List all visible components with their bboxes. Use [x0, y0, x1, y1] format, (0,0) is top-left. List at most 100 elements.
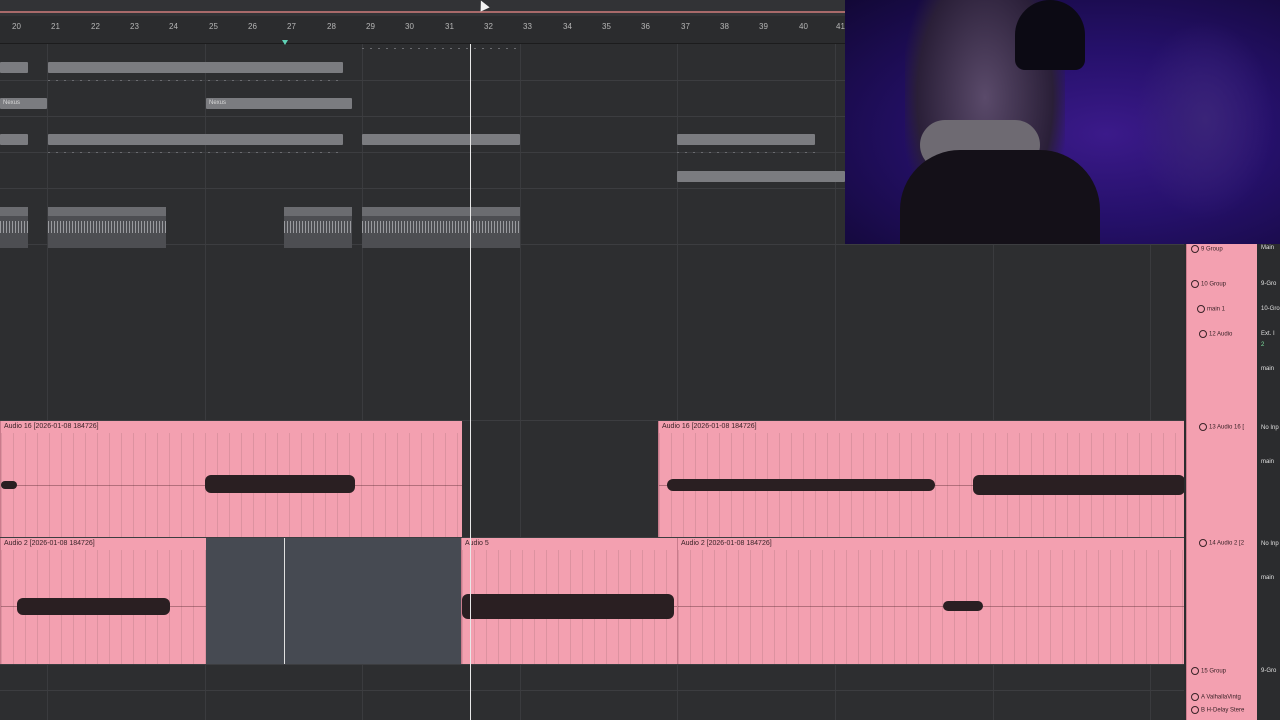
clip-waveform: [362, 221, 520, 233]
audio-clip-drumloop[interactable]: clasy_101_drumloop_90bpm_Re: [48, 207, 166, 248]
midi-clip[interactable]: [677, 134, 815, 145]
clip-waveform: [284, 221, 352, 233]
fold-icon[interactable]: [1199, 330, 1207, 338]
selection-line: [284, 538, 285, 664]
bar-number: 33: [523, 22, 532, 31]
bar-number: 23: [130, 22, 139, 31]
webcam-overlay: [845, 0, 1280, 244]
bar-number: 29: [366, 22, 375, 31]
bar-number: 31: [445, 22, 454, 31]
midi-clip[interactable]: Nexus: [0, 98, 47, 109]
loop-bar[interactable]: [0, 0, 845, 16]
waveform: [973, 475, 1185, 495]
audio-clip[interactable]: Audio 2 [2026-01-08 184726]: [0, 538, 207, 664]
midi-clip[interactable]: Nexus: [206, 98, 352, 109]
track-header-12-audio[interactable]: 12 Audio: [1199, 330, 1232, 338]
loop-brace[interactable]: [0, 11, 845, 13]
fold-icon[interactable]: [1191, 667, 1199, 675]
clip-label: Audio 16 [2026-01-08 184726]: [662, 423, 757, 430]
io-routing[interactable]: main: [1261, 575, 1274, 581]
audio-clip[interactable]: Audio 5: [461, 538, 678, 664]
fold-icon[interactable]: [1191, 693, 1199, 701]
bar-number: 27: [287, 22, 296, 31]
bar-number: 32: [484, 22, 493, 31]
input-channel[interactable]: 2: [1261, 342, 1264, 348]
clip-label: Audio 2 [2026-01-08 184726]: [4, 540, 95, 547]
empty-region[interactable]: [206, 538, 461, 664]
waveform: [943, 601, 983, 611]
bar-number: 34: [563, 22, 572, 31]
clip-grid: [678, 550, 1185, 664]
track-separator: [0, 690, 1184, 691]
clip-label: clasy_101_drumlo: [286, 207, 335, 213]
return-track-b[interactable]: B H-Delay Stere: [1191, 706, 1244, 714]
fold-icon[interactable]: [1197, 305, 1205, 313]
track-separator: [0, 244, 1184, 245]
clip-label: Audio 2 [2026-01-08 184726]: [681, 540, 772, 547]
midi-notes: [48, 152, 343, 153]
bar-number: 24: [169, 22, 178, 31]
io-routing[interactable]: No Inp: [1261, 541, 1279, 547]
return-track-a[interactable]: A ValhallaVintg: [1191, 693, 1241, 701]
playhead[interactable]: [470, 44, 471, 720]
timeline-ruler[interactable]: 20 21 22 23 24 25 26 27 28 29 30 31 32 3…: [0, 0, 845, 44]
bar-number: 36: [641, 22, 650, 31]
fold-icon[interactable]: [1199, 423, 1207, 431]
io-routing[interactable]: main: [1261, 459, 1274, 465]
track-header-13-audio[interactable]: 13 Audio 16 [: [1199, 423, 1244, 431]
midi-clip[interactable]: [362, 134, 520, 145]
waveform: [205, 475, 355, 493]
bar-number: 37: [681, 22, 690, 31]
bar-number: 35: [602, 22, 611, 31]
fold-icon[interactable]: [1191, 245, 1199, 253]
audio-clip[interactable]: Audio 16 [2026-01-08 184726]: [0, 421, 462, 537]
bar-number: 25: [209, 22, 218, 31]
audio-clip[interactable]: Audio 16 [2026-01-08 184726]: [658, 421, 1185, 537]
fold-icon[interactable]: [1191, 280, 1199, 288]
audio-clip[interactable]: Audio 2 [2026-01-08 184726]: [677, 538, 1185, 664]
bar-number: 28: [327, 22, 336, 31]
bar-number: 39: [759, 22, 768, 31]
bar-number: 30: [405, 22, 414, 31]
bar-number: 22: [91, 22, 100, 31]
audio-clip-drumloop[interactable]: clasy_101_drumlo: [284, 207, 352, 248]
io-routing[interactable]: 10-Gro: [1261, 306, 1280, 312]
waveform: [17, 598, 170, 615]
background-light: [1135, 20, 1275, 220]
io-routing[interactable]: Main: [1261, 245, 1274, 251]
io-routing[interactable]: main: [1261, 366, 1274, 372]
track-header-14-audio[interactable]: 14 Audio 2 [2: [1199, 539, 1244, 547]
audio-clip-drumloop[interactable]: clasy: [0, 207, 28, 248]
io-routing[interactable]: No Inp: [1261, 425, 1279, 431]
midi-clip[interactable]: [0, 62, 28, 73]
midi-clip[interactable]: [677, 171, 845, 182]
midi-clip[interactable]: [48, 62, 343, 73]
clip-centerline: [678, 606, 1185, 607]
audio-clip-drumloop[interactable]: clasy_101_drumloop_100bpm_fersceclipsis: [362, 207, 520, 248]
insert-marker-icon: [282, 40, 288, 45]
track-header-15-group[interactable]: 15 Group: [1191, 667, 1226, 675]
track-headers[interactable]: 9 Group 10 Group main 1 12 Audio 13 Audi…: [1186, 244, 1257, 720]
midi-clip[interactable]: [0, 134, 28, 145]
bar-number: 20: [12, 22, 21, 31]
bar-number: 40: [799, 22, 808, 31]
clip-label: clasy: [2, 207, 16, 213]
io-routing[interactable]: 9-Gro: [1261, 668, 1276, 674]
io-routing[interactable]: Ext. I: [1261, 331, 1275, 337]
cap: [1015, 0, 1085, 70]
clip-waveform: [0, 221, 28, 233]
midi-notes: [362, 48, 520, 49]
midi-clip[interactable]: [48, 134, 343, 145]
midi-notes: [48, 80, 343, 81]
fold-icon[interactable]: [1199, 539, 1207, 547]
bar-number: 38: [720, 22, 729, 31]
track-header-main-1[interactable]: main 1: [1197, 305, 1225, 313]
clip-label: Nexus: [209, 100, 227, 106]
bar-number: 41: [836, 22, 845, 31]
fold-icon[interactable]: [1191, 706, 1199, 714]
io-routing[interactable]: 9-Gro: [1261, 281, 1276, 287]
midi-notes: [677, 152, 815, 153]
track-header-9-group[interactable]: 9 Group: [1191, 245, 1223, 253]
waveform: [1, 481, 17, 489]
track-header-10-group[interactable]: 10 Group: [1191, 280, 1226, 288]
